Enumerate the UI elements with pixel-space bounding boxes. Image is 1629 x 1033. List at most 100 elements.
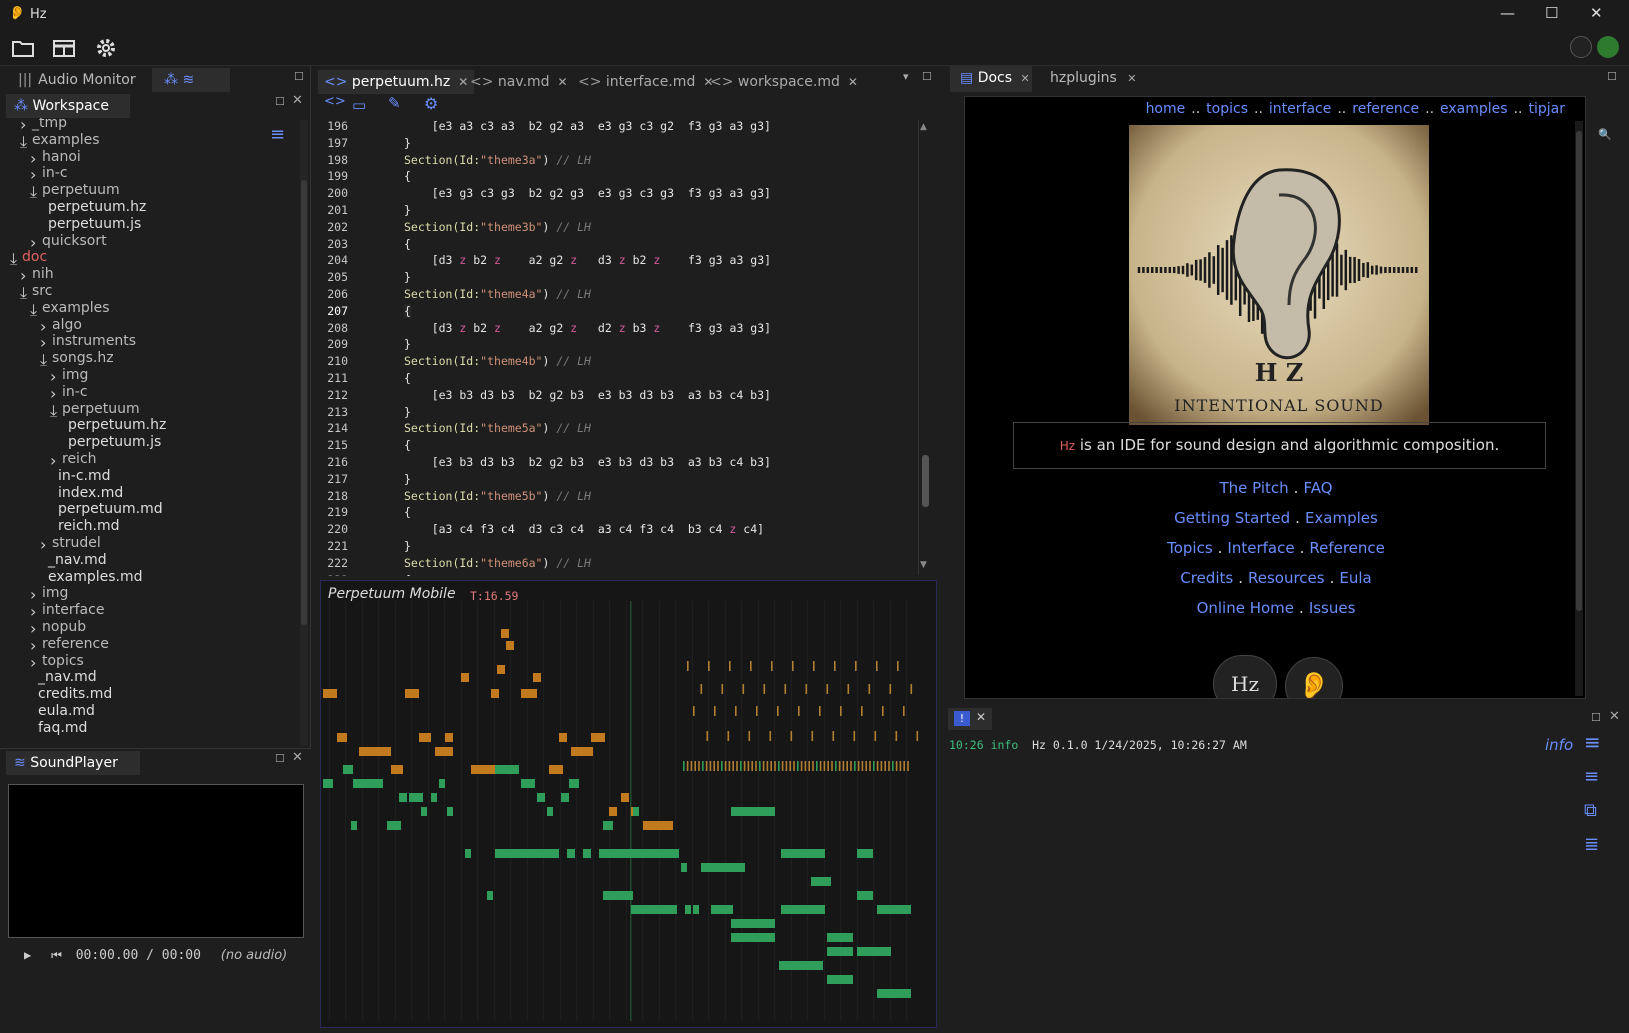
layout-icon[interactable] <box>50 34 78 62</box>
tree-item[interactable]: perpetuum.js <box>48 215 141 233</box>
code-line[interactable]: { <box>404 371 411 385</box>
rewind-icon[interactable]: ⏮ <box>51 948 62 962</box>
docs-scrollbar[interactable] <box>1575 121 1583 696</box>
tree-item[interactable]: img <box>42 584 68 602</box>
tree-item[interactable]: in-c <box>42 164 68 182</box>
code-line[interactable]: Section(Id:"theme5b") // LH <box>404 489 591 503</box>
open-folder-icon[interactable] <box>9 34 37 62</box>
docs-link[interactable]: Reference <box>1309 539 1385 557</box>
docs-nav-link[interactable]: home <box>1146 101 1186 117</box>
docs-link[interactable]: Examples <box>1305 509 1378 527</box>
tree-item[interactable]: faq.md <box>38 719 87 737</box>
tree-item[interactable]: in-c <box>62 383 88 401</box>
log-wrap-icon[interactable]: ≣ <box>1584 834 1599 855</box>
docs-link[interactable]: Interface <box>1227 539 1294 557</box>
editor-maximize-icon[interactable]: ☐ <box>922 70 932 83</box>
code-line[interactable]: { <box>404 169 411 183</box>
tree-item[interactable]: nopub <box>42 618 86 636</box>
tree-item[interactable]: songs.hz <box>52 349 114 367</box>
tree-item[interactable]: perpetuum.hz <box>68 416 166 434</box>
soundplayer-close-icon[interactable]: ✕ <box>292 750 303 765</box>
workspace-maximize-icon[interactable]: ☐ <box>275 95 285 108</box>
tree-item[interactable]: strudel <box>52 534 101 552</box>
tree-item[interactable]: perpetuum.js <box>68 433 161 451</box>
tree-item[interactable]: topics <box>42 652 84 670</box>
tree-item[interactable]: reich.md <box>58 517 120 535</box>
close-button[interactable]: ✕ <box>1590 4 1603 22</box>
code-line[interactable]: { <box>404 505 411 519</box>
docs-nav-link[interactable]: interface <box>1269 101 1331 117</box>
tab-workspace[interactable]: ⁂ Workspace <box>6 94 130 118</box>
code-line[interactable]: [a3 c4 f3 c4 d3 c3 c4 a3 c4 f3 c4 b3 c4 … <box>404 522 764 536</box>
tree-scrollbar[interactable] <box>300 120 308 745</box>
editor-scroll-thumb[interactable] <box>922 455 929 507</box>
code-line[interactable]: Section(Id:"theme4b") // LH <box>404 354 591 368</box>
maximize-button[interactable]: ☐ <box>1545 4 1558 22</box>
code-line[interactable]: Section(Id:"theme3b") // LH <box>404 220 591 234</box>
hz-badge-icon[interactable]: Hz <box>1213 655 1277 698</box>
log-filter-icon[interactable]: ≡ <box>1584 766 1599 787</box>
tab-log[interactable]: ! ✕ <box>948 708 992 730</box>
code-line[interactable]: [e3 b3 d3 b3 b2 g2 b3 e3 b3 d3 b3 a3 b3 … <box>404 455 771 469</box>
tree-item[interactable]: examples <box>42 299 110 317</box>
scroll-up-icon[interactable]: ▲ <box>920 122 927 132</box>
play-icon[interactable]: ▶ <box>24 948 31 962</box>
docs-link[interactable]: Issues <box>1309 599 1356 617</box>
docs-link[interactable]: Resources <box>1248 569 1325 587</box>
soundplayer-maximize-icon[interactable]: ☐ <box>275 752 285 765</box>
docs-maximize-icon[interactable]: ☐ <box>1607 70 1617 83</box>
status-led-icon[interactable] <box>1597 36 1619 58</box>
code-line[interactable]: } <box>404 203 411 217</box>
tree-item[interactable]: doc <box>22 248 47 266</box>
tab-soundplayer[interactable]: ≋ SoundPlayer <box>6 751 140 775</box>
minimize-button[interactable]: — <box>1500 4 1515 22</box>
docs-link[interactable]: Online Home <box>1197 599 1294 617</box>
code-editor[interactable]: 196 [e3 a3 c3 a3 b2 g2 a3 e3 g3 c3 g2 f3… <box>318 118 878 576</box>
code-line[interactable]: { <box>404 237 411 251</box>
tree-item[interactable]: quicksort <box>42 232 107 250</box>
edit-pencil-icon[interactable]: ✎ <box>388 94 401 112</box>
piano-roll[interactable] <box>320 580 937 1028</box>
code-line[interactable]: [d3 z b2 z a2 g2 z d3 z b2 z f3 g3 a3 g3… <box>404 253 771 267</box>
code-line[interactable]: { <box>404 573 411 576</box>
docs-nav-link[interactable]: topics <box>1206 101 1248 117</box>
tabs-overflow-icon[interactable]: ▾ <box>903 70 909 83</box>
code-line[interactable]: Section(Id:"theme5a") // LH <box>404 421 591 435</box>
tree-item[interactable]: src <box>32 282 52 300</box>
tab-audio-monitor[interactable]: ||| Audio Monitor <box>10 68 144 92</box>
settings-gear-icon[interactable] <box>92 34 120 62</box>
code-line[interactable]: Section(Id:"theme4a") // LH <box>404 287 591 301</box>
code-line[interactable]: } <box>404 136 411 150</box>
editor-scrollbar[interactable]: ▲ ▼ <box>918 120 932 575</box>
tree-item[interactable]: examples.md <box>48 568 143 586</box>
tree-item[interactable]: reich <box>62 450 97 468</box>
editor-tab[interactable]: <> interface.md ✕ <box>572 70 719 94</box>
editor-folder-icon[interactable]: ▭ <box>352 96 366 114</box>
tab-hzplugins[interactable]: hzplugins ✕ <box>1050 66 1146 92</box>
hzplugins-tab-close-icon[interactable]: ✕ <box>1127 72 1136 85</box>
ear-badge-icon[interactable]: 👂 <box>1285 657 1343 698</box>
code-line[interactable]: } <box>404 405 411 419</box>
log-copy-icon[interactable]: ⧉ <box>1584 800 1597 821</box>
tree-item[interactable]: reference <box>42 635 109 653</box>
code-line[interactable]: } <box>404 270 411 284</box>
tree-item[interactable]: perpetuum <box>62 400 140 418</box>
docs-nav-link[interactable]: reference <box>1352 101 1419 117</box>
code-line[interactable]: } <box>404 337 411 351</box>
log-menu-icon[interactable]: ≡ <box>1584 730 1601 754</box>
tree-item[interactable]: img <box>62 366 88 384</box>
log-close-icon[interactable]: ✕ <box>1609 709 1620 724</box>
tree-item[interactable]: instruments <box>52 332 136 350</box>
tree-item[interactable]: interface <box>42 601 104 619</box>
tree-item[interactable]: eula.md <box>38 702 95 720</box>
docs-link[interactable]: FAQ <box>1303 479 1332 497</box>
ear-status-icon[interactable] <box>1570 36 1592 58</box>
docs-nav-link[interactable]: tipjar <box>1529 101 1566 117</box>
editor-tab[interactable]: <> perpetuum.hz ✕ <box>318 70 475 94</box>
workspace-close-icon[interactable]: ✕ <box>292 93 303 108</box>
tree-item[interactable]: index.md <box>58 484 123 502</box>
editor-tab[interactable]: <> nav.md ✕ <box>464 70 574 94</box>
tree-item[interactable]: examples <box>32 131 100 149</box>
maximize-panel-icon[interactable]: ☐ <box>294 70 304 83</box>
code-line[interactable]: } <box>404 539 411 553</box>
